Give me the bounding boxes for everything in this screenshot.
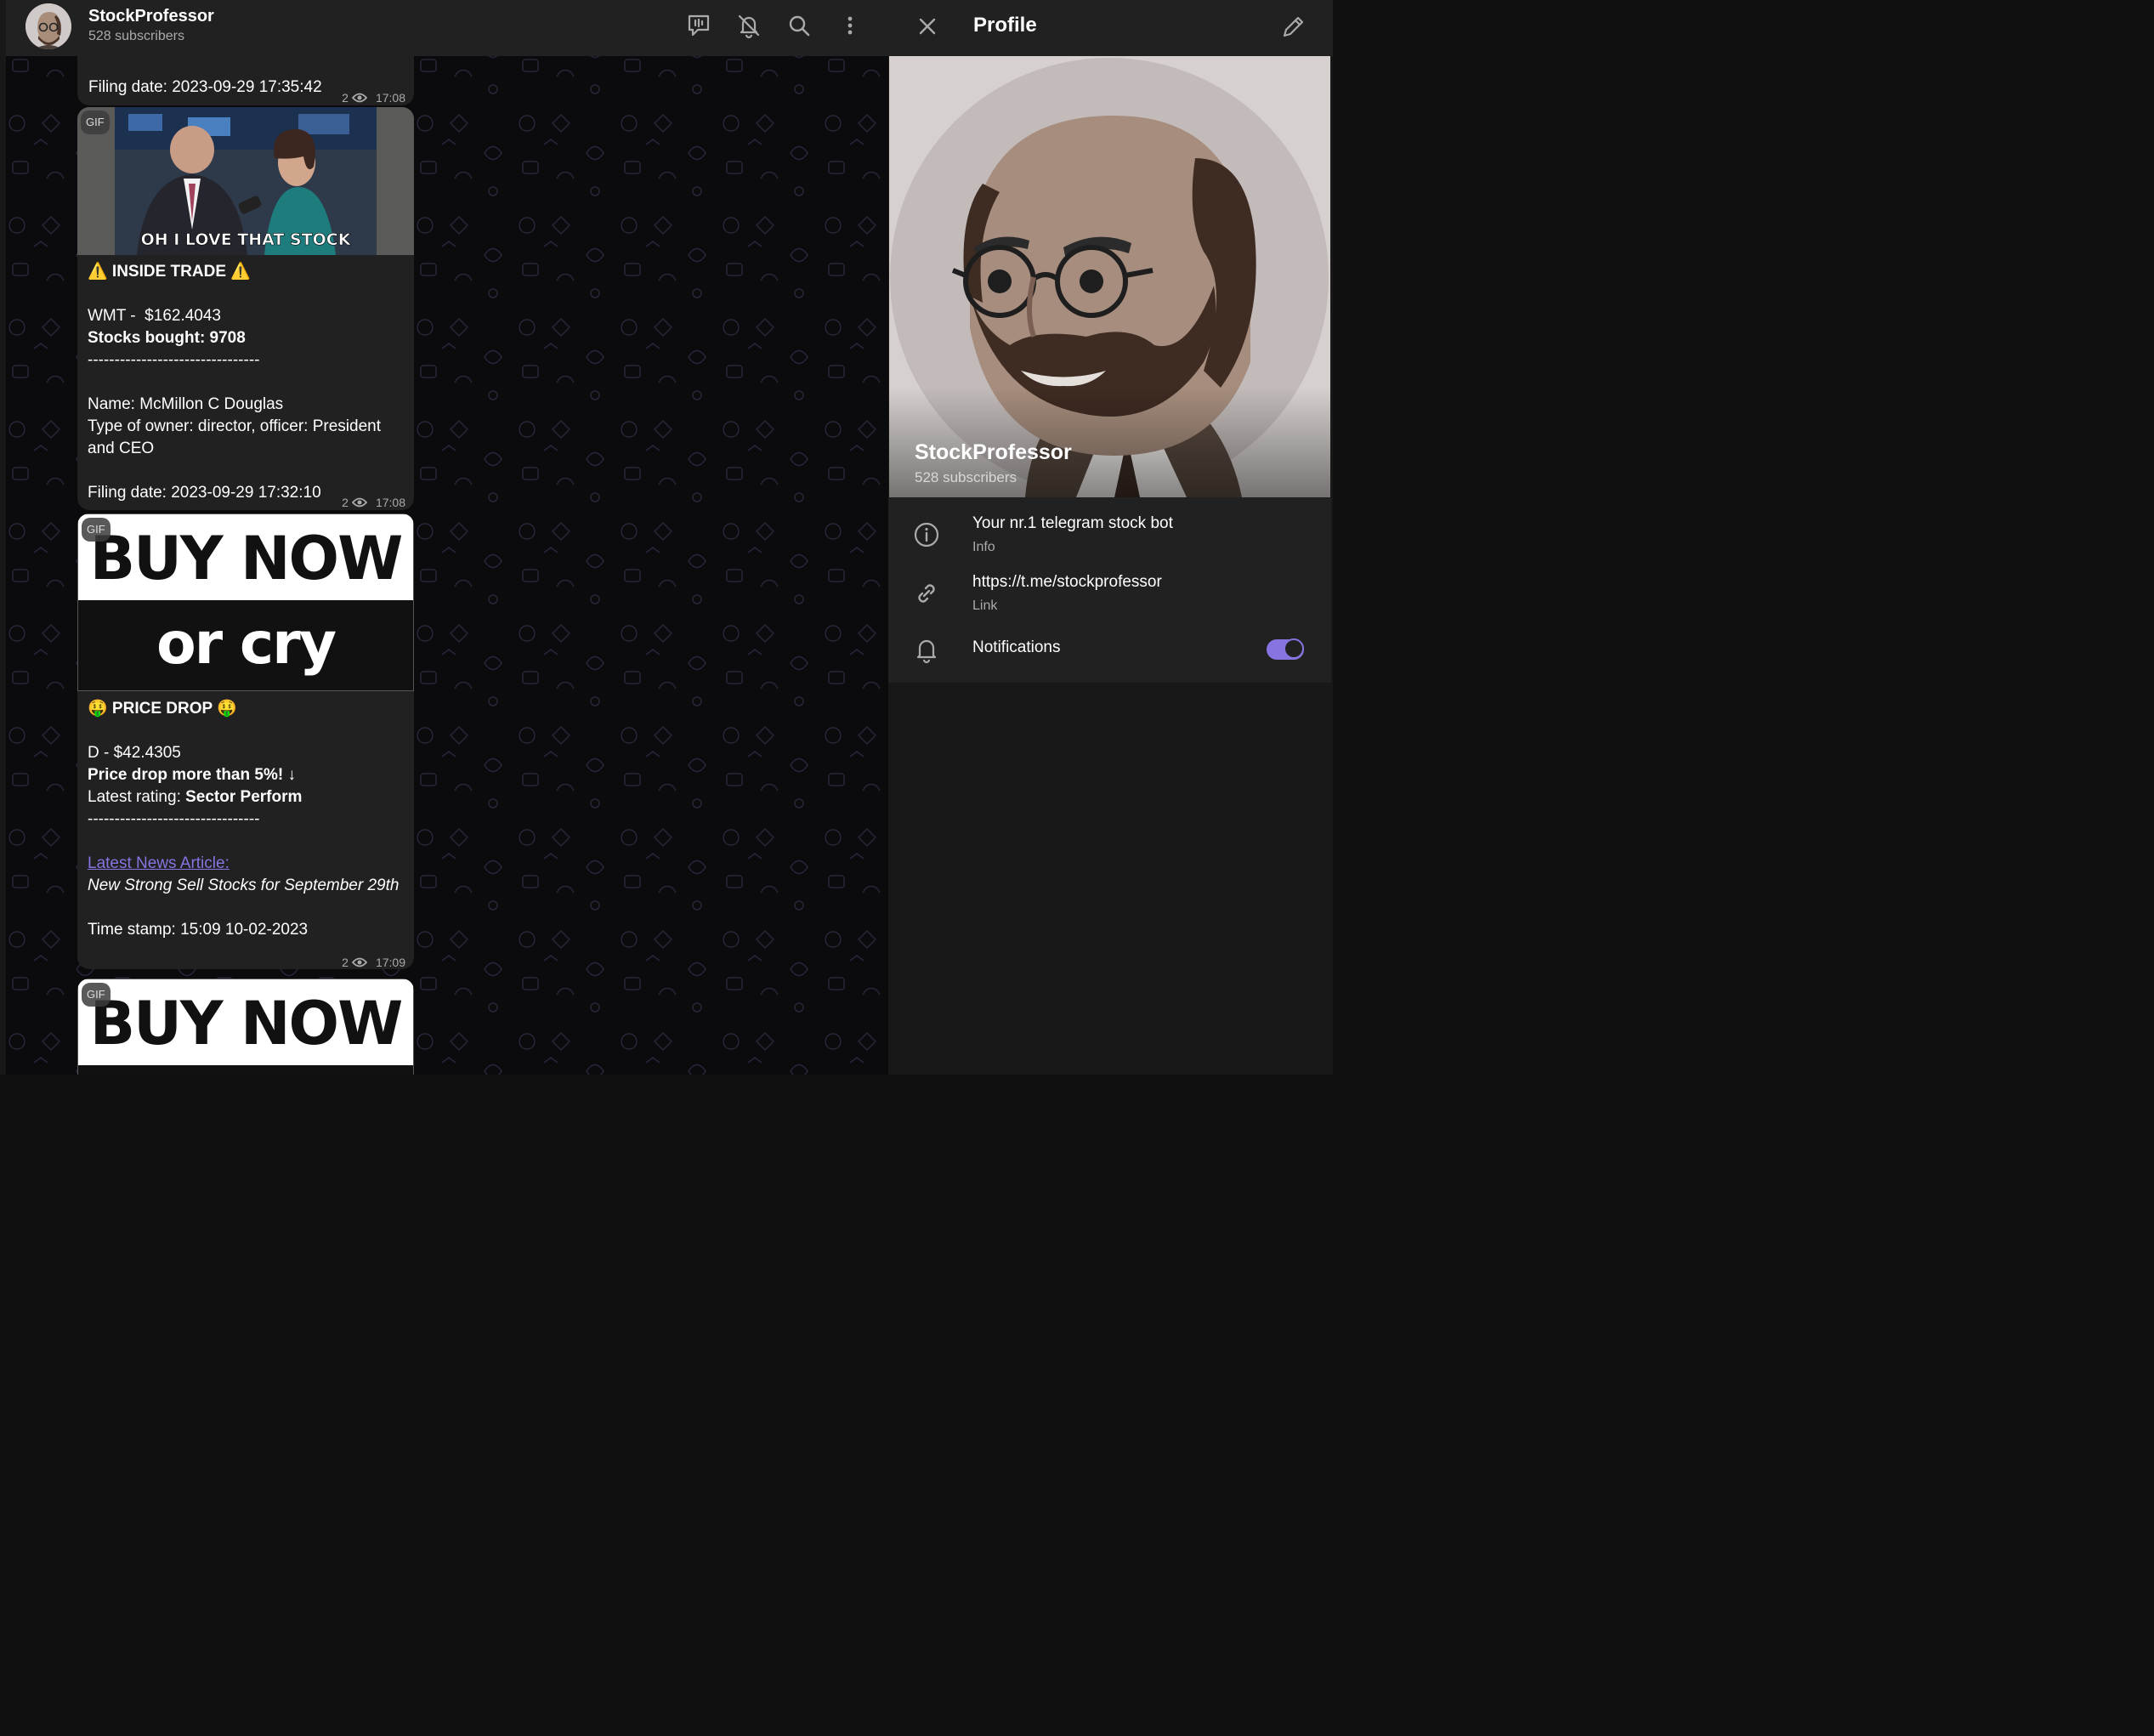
message-bubble[interactable]: BUY NOW GIF [77,979,414,1075]
toggle-knob [1284,638,1304,659]
gif-badge: GIF [81,111,110,134]
left-edge [0,0,6,1075]
notifications-label: Notifications [972,638,1061,656]
divider-text: -------------------------------- [88,810,260,828]
link-icon [918,584,935,603]
profile-avatar-illustration [889,56,1330,497]
profile-info-section: Your nr.1 telegram stock bot Info https:… [888,497,1331,683]
channel-title[interactable]: StockProfessor [88,7,214,26]
stock-price: D - $42.4305 [88,744,181,762]
gif-badge: GIF [82,518,111,542]
profile-header: Profile [888,0,1333,56]
profile-title: Profile [973,14,1037,37]
channel-subscribers: 528 subscribers [88,29,184,43]
gif-text-top: BUY NOW [78,979,413,1065]
gif-media[interactable]: BUY NOW GIF [77,979,414,1075]
bell-icon [916,639,937,664]
gif-badge: GIF [82,983,111,1007]
owner-name: Name: McMillon C Douglas [88,395,284,413]
bell-off-icon[interactable] [735,12,762,39]
search-icon[interactable] [785,12,813,39]
profile-photo[interactable]: StockProfessor 528 subscribers [889,56,1330,497]
news-article-link[interactable]: Latest News Article: [88,853,404,875]
filing-date: Filing date: 2023-09-29 17:35:42 [88,78,322,96]
message-meta: 2 17:08 [342,87,405,105]
chat-area: StockProfessor 528 subscribers Filing da… [0,0,888,1075]
gif-text-top: BUY NOW [78,514,413,600]
notifications-toggle[interactable] [1267,638,1304,660]
message-title: 🤑 PRICE DROP 🤑 [88,700,237,718]
profile-name: StockProfessor [915,440,1072,464]
description-text: Your nr.1 telegram stock bot [972,514,1173,532]
gif-media[interactable]: OH I LOVE THAT STOCK GIF [77,107,414,255]
more-vertical-icon[interactable] [836,12,864,39]
message-bubble[interactable]: BUY NOW or cry later! GIF 🤑 PRICE DROP 🤑… [77,513,414,969]
rating-value: Sector Perform [185,788,303,806]
info-icon [914,522,939,547]
message-meta: 2 17:09 [342,951,405,969]
chat-header[interactable]: StockProfessor 528 subscribers [6,0,888,56]
channel-link[interactable]: https://t.me/stockprofessor [972,573,1162,592]
link-label: Link [972,599,998,613]
edit-icon[interactable] [1279,14,1307,41]
channel-avatar[interactable] [26,3,71,49]
description-label: Info [972,540,995,554]
divider-text: -------------------------------- [88,351,260,369]
article-title: New Strong Sell Stocks for September 29t… [88,877,400,894]
eye-icon [351,957,367,967]
rating-label: Latest rating: [88,788,186,806]
view-count: 2 [342,496,349,509]
timestamp-text: Time stamp: 15:09 10-02-2023 [88,921,309,939]
message-time: 17:08 [375,91,405,105]
eye-icon [351,497,367,508]
profile-subscribers: 528 subscribers [915,469,1017,485]
gif-thumbnail: OH I LOVE THAT STOCK [77,107,414,255]
stock-price: WMT - $162.4043 [88,307,222,325]
gif-caption: OH I LOVE THAT STOCK [141,230,352,249]
view-count: 2 [342,91,349,105]
message-time: 17:09 [375,956,405,969]
profile-panel: Profile StockProfessor 528 subscribers Y… [888,0,1333,1075]
owner-type: Type of owner: director, officer: Presid… [88,417,386,457]
message-bubble[interactable]: OH I LOVE THAT STOCK GIF ⚠️ INSIDE TRADE… [77,107,414,510]
live-stream-icon[interactable] [685,12,712,39]
close-icon[interactable] [915,14,940,39]
message-title: ⚠️ INSIDE TRADE ⚠️ [88,263,251,281]
message-time: 17:08 [375,496,405,509]
gif-text-bottom: or cry later! [78,600,413,690]
stocks-bought: Stocks bought: 9708 [88,329,246,347]
message-meta: 2 17:08 [342,491,405,510]
gif-media[interactable]: BUY NOW or cry later! GIF [77,513,414,691]
eye-icon [351,93,367,103]
latest-rating: Latest rating: Sector Perform [88,786,404,808]
price-drop-note: Price drop more than 5%! ↓ [88,766,296,784]
view-count: 2 [342,956,349,969]
